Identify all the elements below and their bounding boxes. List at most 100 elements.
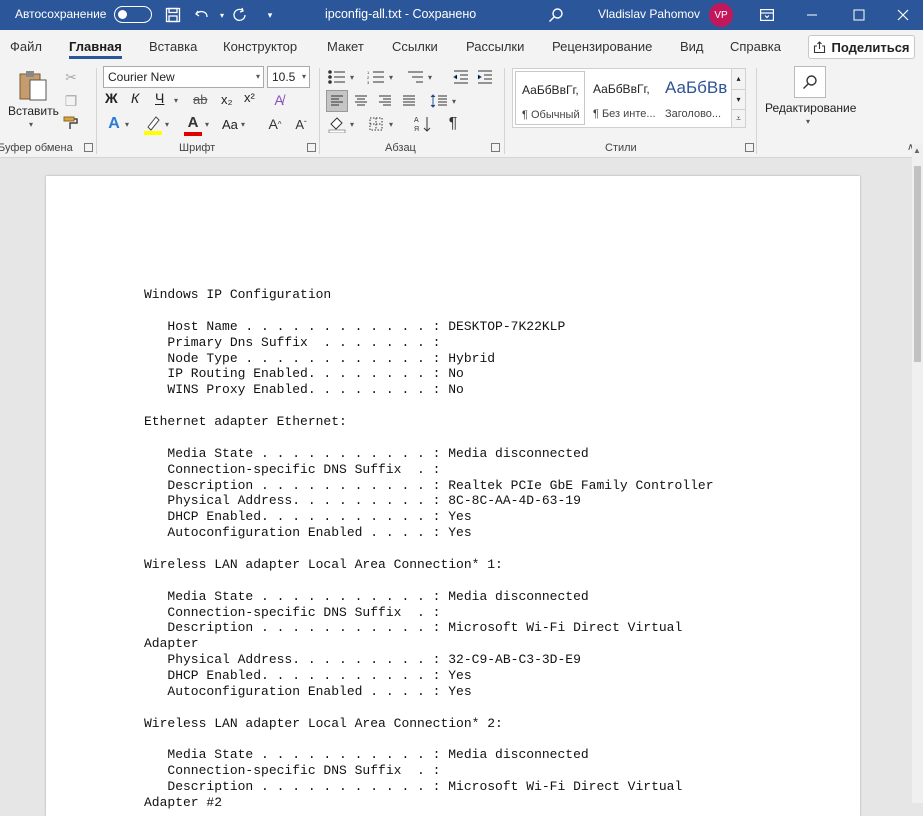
borders-icon[interactable] [365, 113, 387, 135]
undo-dropdown-icon[interactable]: ▾ [212, 5, 232, 25]
change-case-button[interactable]: Aa [222, 117, 238, 132]
numbering-dropdown-icon[interactable]: ▾ [389, 73, 393, 82]
paragraph-group-label: Абзац [385, 142, 416, 154]
tab-references[interactable]: Ссылки [392, 39, 438, 54]
highlight-dropdown-icon[interactable]: ▾ [165, 120, 169, 129]
copy-icon[interactable]: ❐ [60, 90, 82, 112]
align-left-button[interactable] [326, 90, 348, 112]
minimize-icon[interactable] [802, 5, 822, 25]
font-name-select[interactable]: Courier New ▾ [103, 66, 264, 88]
styles-launcher-icon[interactable] [745, 143, 754, 152]
justify-icon[interactable] [398, 90, 420, 112]
paste-dropdown-icon[interactable]: ▾ [29, 120, 33, 129]
style-normal[interactable]: АаБбВвГг, ¶ Обычный [515, 71, 585, 125]
grow-font-icon[interactable]: A ^ [264, 113, 286, 135]
numbering-icon[interactable]: 123 [365, 66, 387, 88]
shading-icon[interactable] [326, 113, 348, 135]
tab-view[interactable]: Вид [680, 39, 704, 54]
paragraph-launcher-icon[interactable] [491, 143, 500, 152]
tab-design[interactable]: Конструктор [223, 39, 297, 54]
tab-mailings[interactable]: Рассылки [466, 39, 524, 54]
more-styles-icon[interactable]: ⩡ [732, 109, 745, 127]
chevron-down-icon[interactable]: ▾ [732, 89, 745, 109]
customize-qat-icon[interactable]: ▾ [260, 5, 280, 25]
search-icon[interactable] [546, 5, 566, 25]
bullets-dropdown-icon[interactable]: ▾ [350, 73, 354, 82]
paste-label[interactable]: Вставить [8, 104, 59, 118]
save-icon[interactable] [163, 5, 183, 25]
styles-group-label: Стили [605, 142, 637, 154]
tab-insert[interactable]: Вставка [149, 39, 197, 54]
bold-button[interactable]: Ж [105, 90, 118, 106]
avatar[interactable]: VP [709, 3, 733, 27]
increase-indent-icon[interactable] [474, 66, 496, 88]
shading-dropdown-icon[interactable]: ▾ [350, 120, 354, 129]
format-painter-icon[interactable] [60, 112, 82, 134]
font-name-value: Courier New [108, 70, 175, 84]
italic-button[interactable]: К [131, 90, 139, 106]
ribbon-display-icon[interactable] [757, 5, 777, 25]
style-preview: АаБбВв [665, 78, 727, 97]
tab-review[interactable]: Рецензирование [552, 39, 652, 54]
decrease-indent-icon[interactable] [450, 66, 472, 88]
borders-dropdown-icon[interactable]: ▾ [389, 120, 393, 129]
document-page[interactable]: Windows IP Configuration Host Name . . .… [46, 176, 860, 816]
underline-dropdown-icon[interactable]: ▾ [174, 96, 178, 105]
divider [504, 68, 505, 154]
paste-icon[interactable] [16, 68, 50, 105]
editing-dropdown-icon[interactable]: ▾ [806, 117, 810, 126]
chevron-up-icon[interactable]: ▴ [732, 69, 745, 89]
autosave-toggle[interactable] [114, 6, 152, 23]
bullets-icon[interactable] [326, 66, 348, 88]
font-color-dropdown-icon[interactable]: ▾ [205, 120, 209, 129]
change-case-dropdown-icon[interactable]: ▾ [241, 120, 245, 129]
scroll-up-icon[interactable]: ▲ [913, 146, 921, 155]
editing-label[interactable]: Редактирование [765, 101, 856, 115]
show-marks-icon[interactable]: ¶ [442, 113, 464, 135]
close-icon[interactable] [893, 5, 913, 25]
style-no-spacing[interactable]: АаБбВвГг, ¶ Без инте... [587, 71, 657, 125]
chevron-down-icon: ▾ [255, 72, 260, 81]
align-right-icon[interactable] [374, 90, 396, 112]
line-spacing-icon[interactable] [428, 90, 450, 112]
document-title[interactable]: ipconfig-all.txt - Сохранено [325, 7, 476, 21]
sort-icon[interactable]: АЯ [412, 113, 434, 135]
shrink-font-icon[interactable]: Aˇ [290, 113, 312, 135]
styles-gallery: АаБбВвГг, ¶ Обычный АаБбВвГг, ¶ Без инте… [512, 68, 746, 128]
superscript-button[interactable]: x² [244, 90, 255, 105]
share-button[interactable]: Поделиться [808, 35, 915, 59]
editing-button[interactable] [794, 66, 826, 98]
clipboard-group-label: Буфер обмена [0, 142, 73, 154]
strikethrough-button[interactable]: ab [193, 92, 207, 107]
underline-button[interactable]: Ч [155, 90, 164, 106]
maximize-icon[interactable] [849, 5, 869, 25]
undo-icon[interactable] [192, 5, 212, 25]
text-effects-dropdown-icon[interactable]: ▾ [125, 120, 129, 129]
tab-home[interactable]: Главная [69, 39, 122, 59]
line-spacing-dropdown-icon[interactable]: ▾ [452, 97, 456, 106]
cut-icon[interactable]: ✂ [60, 66, 82, 88]
clear-formatting-icon[interactable]: A̸ [268, 89, 290, 111]
redo-icon[interactable] [230, 5, 250, 25]
vertical-scrollbar[interactable]: ▲ [912, 144, 923, 803]
user-name[interactable]: Vladislav Pahomov [598, 7, 700, 21]
tab-file[interactable]: Файл [10, 39, 42, 54]
tab-help[interactable]: Справка [730, 39, 781, 54]
style-preview: АаБбВвГг, [522, 83, 579, 97]
subscript-button[interactable]: x₂ [221, 92, 233, 107]
font-color-icon[interactable]: A [183, 114, 203, 136]
align-center-icon[interactable] [350, 90, 372, 112]
tab-layout[interactable]: Макет [327, 39, 364, 54]
font-launcher-icon[interactable] [307, 143, 316, 152]
document-text[interactable]: Windows IP Configuration Host Name . . .… [144, 287, 714, 811]
scrollbar-thumb[interactable] [914, 166, 921, 362]
clipboard-launcher-icon[interactable] [84, 143, 93, 152]
multilevel-dropdown-icon[interactable]: ▾ [428, 73, 432, 82]
style-heading-1[interactable]: АаБбВв Заголово... [659, 71, 729, 125]
font-size-select[interactable]: 10.5 ▾ [267, 66, 310, 88]
text-effects-icon[interactable]: A [103, 113, 125, 135]
divider [756, 68, 757, 154]
highlight-icon[interactable] [143, 114, 163, 136]
style-name: Заголово... [665, 108, 722, 120]
multilevel-list-icon[interactable] [404, 66, 426, 88]
